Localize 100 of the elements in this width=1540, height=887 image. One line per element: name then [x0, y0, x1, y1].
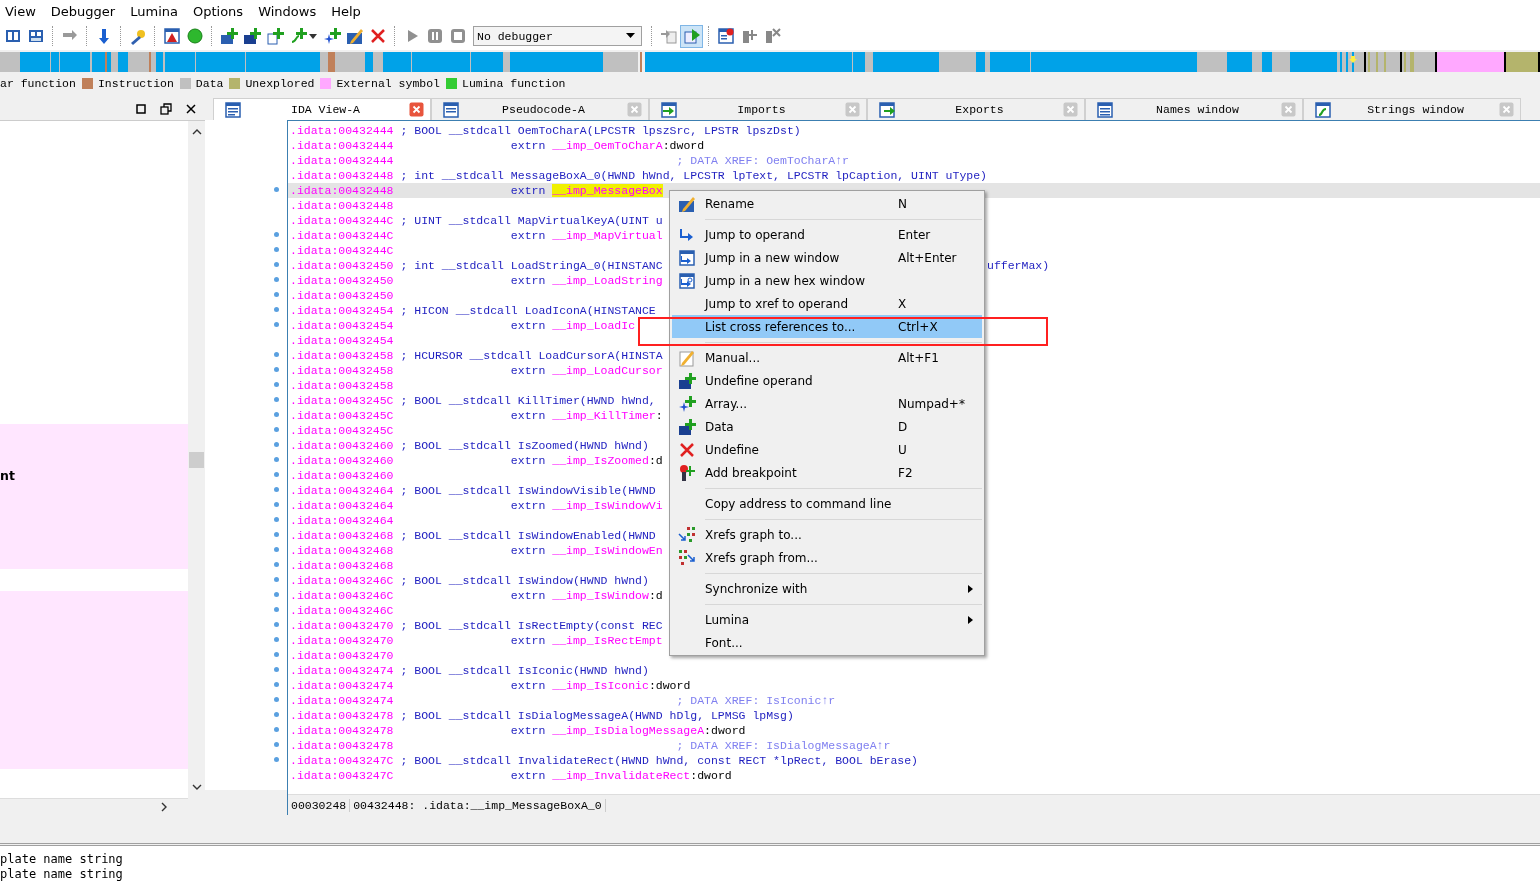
code-line: .idata:00432470 extrn __imp_IsRectEmpt	[290, 633, 663, 648]
code-line: .idata:00432470	[290, 648, 394, 663]
code-line: .idata:00432444 ; BOOL __stdcall OemToCharA(LPCSTR lpszSrc, LPSTR lpszDst)	[290, 123, 801, 138]
code-line: .idata:0043246C ; BOOL __stdcall IsWindow(HWND hWnd)	[290, 573, 649, 588]
menu-item[interactable]: Jump to operand Enter	[672, 223, 982, 246]
menu-item[interactable]: Manual... Alt+F1	[672, 346, 982, 369]
code-line: .idata:00432478 ; BOOL __stdcall IsDialogMessageA(HWND hDlg, LPMSG lpMsg)	[290, 708, 794, 723]
code-line: .idata:00432474 extrn __imp_IsIconic:dword	[290, 678, 691, 693]
code-line: .idata:00432454 extrn __imp_LoadIc	[290, 318, 636, 333]
code-line: .idata:00432464 extrn __imp_IsWindowVi	[290, 498, 663, 513]
menu-item[interactable]: Lumina	[130, 3, 178, 19]
tab[interactable]: IDA View-A	[213, 98, 431, 120]
code-line: .idata:00432448 extrn __imp_MessageBox	[290, 183, 663, 198]
caret-icon[interactable]	[626, 33, 635, 39]
menu-item[interactable]: List cross references to... Ctrl+X	[672, 315, 982, 338]
menu-item[interactable]: Undefine operand	[672, 369, 982, 392]
menu-item[interactable]: Jump to xref to operand X	[672, 292, 982, 315]
code-line: .idata:0043245C	[290, 423, 394, 438]
code-text: ufferMax)	[987, 258, 1050, 273]
tab[interactable]: Imports	[649, 98, 867, 120]
code-line: .idata:00432478 ; DATA XREF: IsDialogMessageA↑r	[290, 738, 891, 753]
status-text: 00432448: .idata:__imp_MessageBoxA_0	[350, 798, 606, 812]
tab[interactable]: Names window	[1085, 98, 1303, 120]
chevron-right-icon[interactable]	[160, 802, 168, 812]
legend-label: ar function	[0, 76, 76, 90]
legend-label: Instruction	[97, 76, 174, 90]
caret-icon[interactable]	[309, 33, 317, 39]
code-line: .idata:00432448 ; int __stdcall MessageBoxA_0(HWND hWnd, LPCSTR lpText, LPCSTR lpCaption, UINT uType)	[290, 168, 988, 183]
menu-item[interactable]: Copy address to command line	[672, 492, 982, 515]
tab[interactable]: Strings window	[1303, 98, 1521, 120]
debugger-dropdown[interactable]: No debugger	[473, 26, 642, 46]
code-line: .idata:00432450	[290, 288, 394, 303]
menu-item[interactable]: Xrefs graph from...	[672, 546, 982, 569]
graph-icon	[678, 525, 696, 544]
output-line: plate name string	[0, 867, 124, 882]
pencil-icon	[678, 194, 696, 213]
menu-item[interactable]: Add breakpoint F2	[672, 461, 982, 484]
tab[interactable]: Exports	[867, 98, 1085, 120]
code-line: .idata:00432458 ; HCURSOR __stdcall LoadCursorA(HINSTA	[290, 348, 663, 363]
list-text: nt	[0, 468, 16, 483]
code-line: .idata:00432444 extrn __imp_OemToCharA:dword	[290, 138, 705, 153]
code-line: .idata:00432458	[290, 378, 394, 393]
pin-plus-icon	[678, 463, 696, 482]
legend-label: Data	[195, 76, 224, 90]
code-line: .idata:00432450 ; int __stdcall LoadStringA_0(HINSTANC	[290, 258, 663, 273]
restore-icon[interactable]	[158, 101, 174, 117]
menu-item[interactable]: Rename N	[672, 192, 982, 215]
code-line: .idata:00432474 ; BOOL __stdcall IsIconic(HWND hWnd)	[290, 663, 649, 678]
code-line: .idata:0043246C	[290, 603, 394, 618]
code-line: .idata:00432464 ; BOOL __stdcall IsWindowVisible(HWND	[290, 483, 656, 498]
code-line: .idata:00432460 ; BOOL __stdcall IsZoomed(HWND hWnd)	[290, 438, 649, 453]
menu-item[interactable]: Array... Numpad+*	[672, 392, 982, 415]
menu-item[interactable]: Help	[331, 3, 361, 19]
menu-item[interactable]: Lumina	[672, 608, 982, 631]
menu-item[interactable]: View	[5, 3, 36, 19]
scrollbar-thumb[interactable]	[189, 452, 204, 468]
code-line: .idata:0043244C ; UINT __stdcall MapVirtualKeyA(UINT u	[290, 213, 663, 228]
string-icon	[1314, 100, 1332, 119]
code-line: .idata:00432454	[290, 333, 394, 348]
maximize-icon[interactable]	[133, 101, 149, 117]
menu-item[interactable]: Xrefs graph to...	[672, 523, 982, 546]
menu-item[interactable]: Debugger	[50, 3, 116, 19]
menu-item[interactable]: Jump in a new window Alt+Enter	[672, 246, 982, 269]
code-line: .idata:0043247C ; BOOL __stdcall InvalidateRect(HWND hWnd, const RECT *lpRect, BOOL bErase)	[290, 753, 918, 768]
menu-item[interactable]: Jump in a new hex window	[672, 269, 982, 292]
data-plus-icon	[678, 371, 696, 390]
document-icon	[224, 100, 242, 119]
code-line: .idata:00432468 extrn __imp_IsWindowEn	[290, 543, 663, 558]
data-plus-icon	[678, 417, 696, 436]
status-text: 00030248	[288, 798, 351, 812]
menu-item[interactable]: Undefine U	[672, 438, 982, 461]
code-line: .idata:00432458 extrn __imp_LoadCursor	[290, 363, 663, 378]
code-line: .idata:00432474 ; DATA XREF: IsIconic↑r	[290, 693, 836, 708]
pencil-icon	[678, 348, 696, 367]
code-line: .idata:00432450 extrn __imp_LoadString	[290, 273, 663, 288]
play-icon[interactable]	[680, 24, 703, 48]
code-line: .idata:00432444 ; DATA XREF: OemToCharA↑r	[290, 153, 849, 168]
menu-item[interactable]: Windows	[258, 3, 317, 19]
code-line: .idata:00432454 ; HICON __stdcall LoadIconA(HINSTANCE	[290, 303, 656, 318]
menu-item[interactable]: Font...	[672, 631, 982, 654]
output-line: plate name string	[0, 852, 124, 867]
tab[interactable]: Pseudocode-A	[431, 98, 649, 120]
legend-label: Lumina function	[462, 76, 566, 90]
star-plus-icon	[678, 394, 696, 413]
import-icon	[660, 100, 678, 119]
code-line: .idata:0043245C extrn __imp_KillTimer:	[290, 408, 663, 423]
list-icon	[1096, 100, 1114, 119]
code-line: .idata:00432460 extrn __imp_IsZoomed:d	[290, 453, 663, 468]
code-line: .idata:0043244C extrn __imp_MapVirtual	[290, 228, 663, 243]
code-line: .idata:00432464	[290, 513, 394, 528]
menu-item[interactable]: Synchronize with	[672, 577, 982, 600]
legend-label: Unexplored	[245, 76, 315, 90]
code-line: .idata:00432478 extrn __imp_IsDialogMessageA:dword	[290, 723, 746, 738]
code-line: .idata:0043247C extrn __imp_InvalidateRect:dword	[290, 768, 732, 783]
code-line: .idata:0043245C ; BOOL __stdcall KillTimer(HWND hWnd,	[290, 393, 656, 408]
code-line: .idata:0043246C extrn __imp_IsWindow:d	[290, 588, 663, 603]
menu-item[interactable]: Options	[192, 3, 244, 19]
code-line: .idata:00432468 ; BOOL __stdcall IsWindowEnabled(HWND	[290, 528, 656, 543]
graph-icon	[678, 548, 696, 567]
menu-item[interactable]: Data D	[672, 415, 982, 438]
